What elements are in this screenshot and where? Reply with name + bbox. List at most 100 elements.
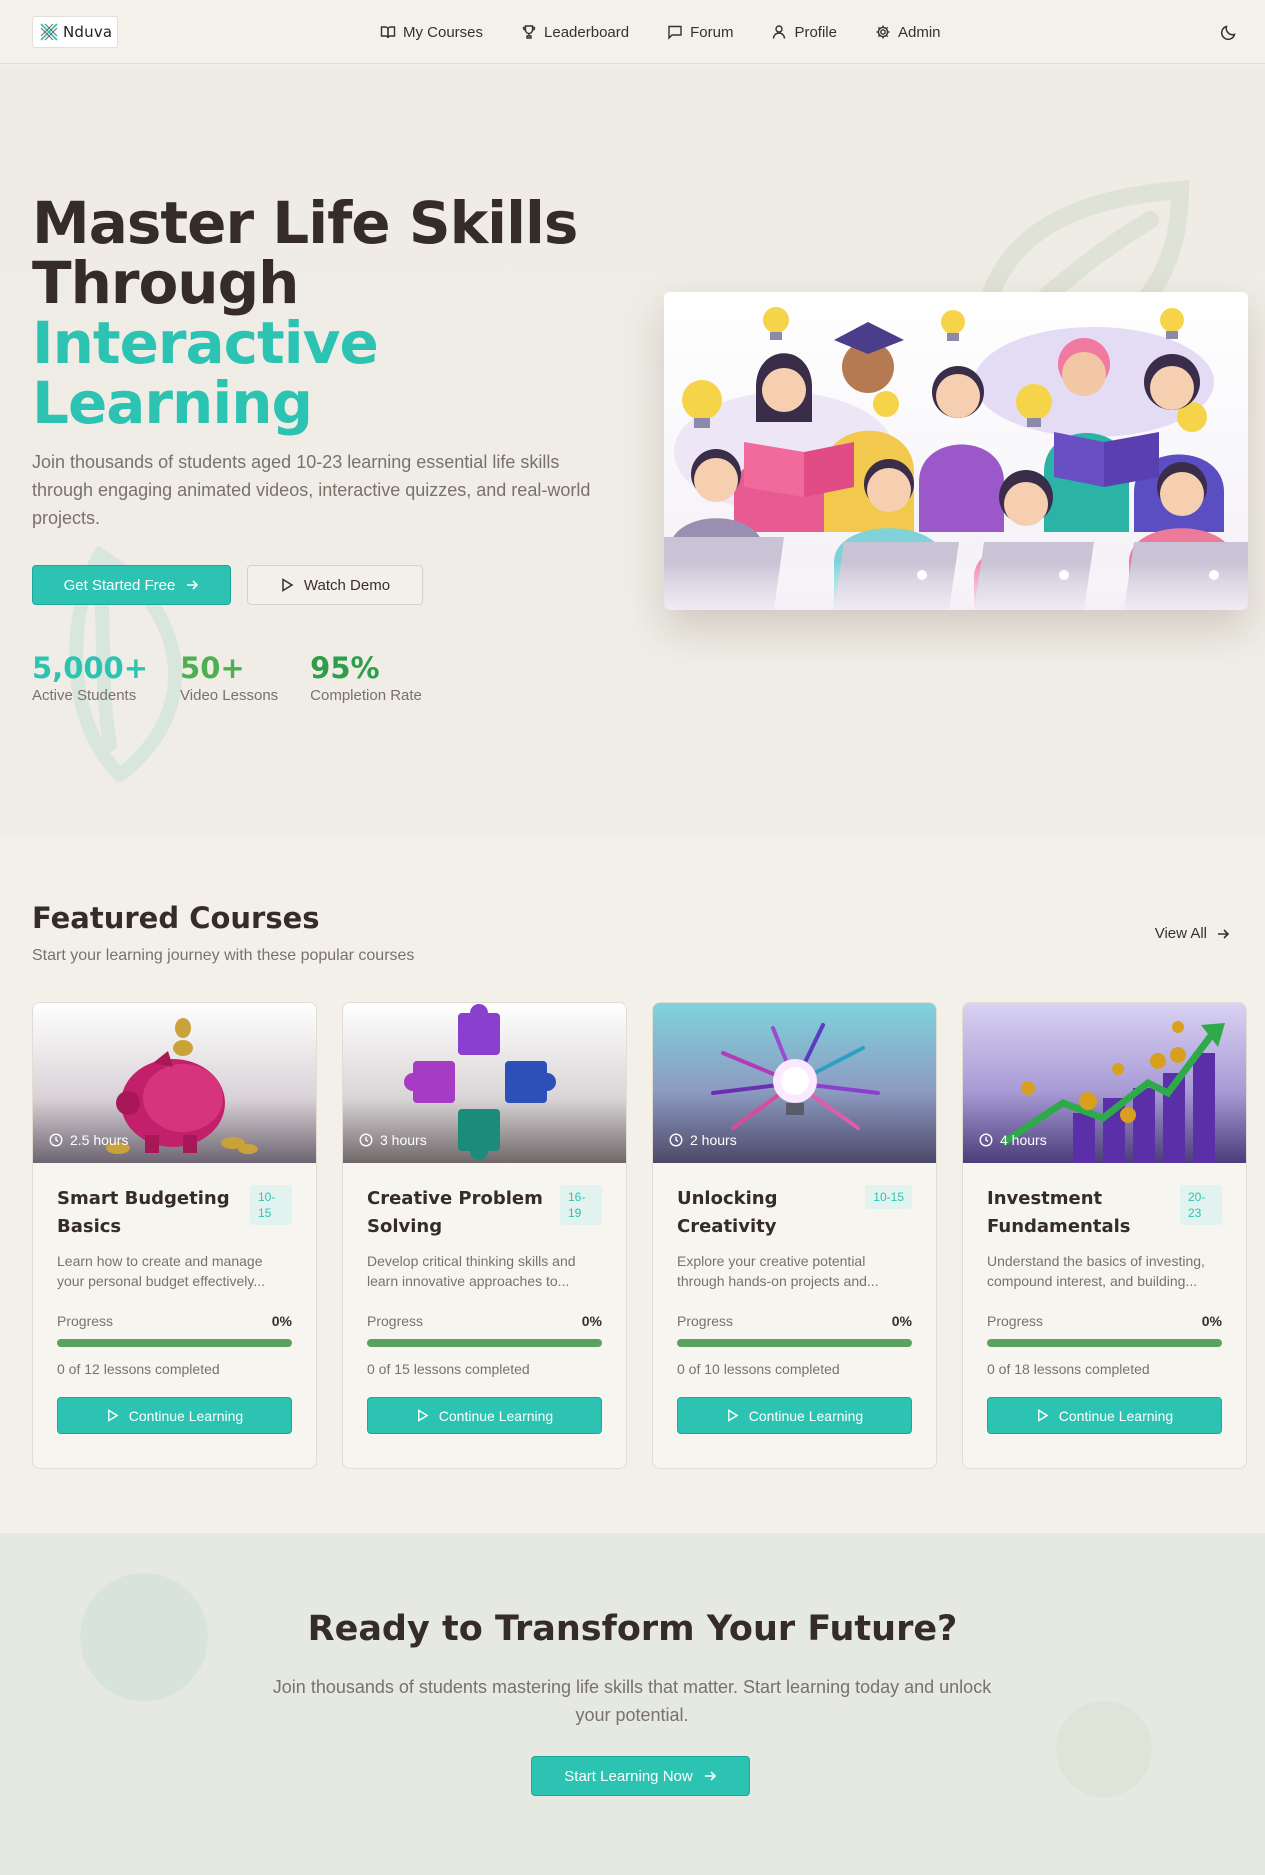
clock-icon — [49, 1133, 63, 1147]
continue-learning-label: Continue Learning — [1058, 1407, 1174, 1424]
nav-forum-label: Forum — [690, 23, 734, 41]
nav-leaderboard-label: Leaderboard — [544, 23, 630, 41]
course-card[interactable]: 3 hours Creative Problem Solving 16-19 D… — [342, 1002, 627, 1469]
hero-title-line1: Master Life Skills — [32, 189, 578, 257]
course-duration: 3 hours — [359, 1132, 427, 1148]
course-thumbnail: 2.5 hours — [33, 1003, 316, 1163]
progress-bar — [57, 1339, 292, 1347]
course-thumbnail: 3 hours — [343, 1003, 626, 1163]
course-body: Unlocking Creativity 10-15 Explore your … — [653, 1163, 936, 1456]
logo-mark-icon — [40, 23, 58, 41]
arrow-right-icon — [704, 1771, 716, 1781]
nav-forum[interactable]: Forum — [667, 24, 733, 41]
play-icon — [282, 578, 294, 592]
stat-students: 5,000+ Active Students — [32, 652, 148, 704]
continue-learning-button[interactable]: Continue Learning — [987, 1397, 1222, 1434]
continue-learning-button[interactable]: Continue Learning — [57, 1397, 292, 1434]
course-body: Investment Fundamentals 20-23 Understand… — [963, 1163, 1246, 1456]
hero-stats: 5,000+ Active Students 50+ Video Lessons… — [32, 652, 422, 704]
age-badge: 20-23 — [1180, 1185, 1222, 1225]
featured-title: Featured Courses — [32, 901, 320, 935]
nav-admin-label: Admin — [897, 23, 941, 41]
progress-label: Progress — [677, 1313, 734, 1329]
progress-row: Progress 0% — [987, 1313, 1222, 1329]
nav-links: My Courses Leaderboard Forum Profile Adm… — [380, 0, 941, 64]
hero-subtitle: Join thousands of students aged 10-23 le… — [32, 452, 591, 528]
course-duration-label: 3 hours — [380, 1132, 427, 1148]
arrow-right-icon — [1218, 928, 1230, 939]
cta-subtitle: Join thousands of students mastering lif… — [272, 1677, 992, 1725]
progress-bar — [367, 1339, 602, 1347]
gear-icon — [876, 25, 890, 39]
nav-my-courses[interactable]: My Courses — [380, 24, 483, 41]
course-title: Investment Fundamentals — [987, 1188, 1131, 1237]
progress-percent: 0% — [581, 1313, 602, 1329]
clock-icon — [669, 1133, 683, 1147]
stat-value: 50+ — [180, 651, 245, 685]
logo[interactable]: Nduva — [32, 16, 118, 48]
book-icon — [380, 26, 396, 39]
nav-admin[interactable]: Admin — [875, 24, 941, 41]
hero-section: Master Life Skills Through Interactive L… — [0, 65, 1265, 837]
course-duration: 4 hours — [979, 1132, 1047, 1148]
logo-text: Nduva — [63, 23, 113, 41]
hero-title-accent2: Learning — [32, 369, 313, 437]
course-duration-label: 2 hours — [690, 1132, 737, 1148]
start-learning-button[interactable]: Start Learning Now — [531, 1756, 750, 1796]
watch-demo-button[interactable]: Watch Demo — [247, 565, 423, 605]
progress-percent: 0% — [271, 1313, 292, 1329]
stat-label: Active Students — [32, 687, 137, 704]
progress-percent: 0% — [1201, 1313, 1222, 1329]
start-learning-label: Start Learning Now — [564, 1767, 693, 1785]
stat-label: Completion Rate — [310, 687, 422, 704]
decorative-circle — [1056, 1701, 1152, 1797]
course-card[interactable]: 2 hours Unlocking Creativity 10-15 Explo… — [652, 1002, 937, 1469]
progress-row: Progress 0% — [57, 1313, 292, 1329]
course-description: Explore your creative potential through … — [677, 1253, 879, 1289]
continue-learning-button[interactable]: Continue Learning — [367, 1397, 602, 1434]
course-title: Unlocking Creativity — [677, 1188, 778, 1237]
course-body: Smart Budgeting Basics 10-15 Learn how t… — [33, 1163, 316, 1456]
course-card[interactable]: 2.5 hours Smart Budgeting Basics 10-15 L… — [32, 1002, 317, 1469]
nav-leaderboard[interactable]: Leaderboard — [521, 24, 629, 41]
cta-title: Ready to Transform Your Future? — [307, 1609, 958, 1649]
play-icon — [727, 1409, 739, 1422]
play-icon — [107, 1409, 119, 1422]
progress-bar — [677, 1339, 912, 1347]
course-duration-label: 4 hours — [1000, 1132, 1047, 1148]
age-badge: 16-19 — [560, 1185, 602, 1225]
hero-illustration — [664, 292, 1248, 610]
arrow-right-icon — [187, 580, 199, 590]
course-body: Creative Problem Solving 16-19 Develop c… — [343, 1163, 626, 1456]
students-illustration — [664, 307, 1248, 610]
course-thumbnail: 2 hours — [653, 1003, 936, 1163]
progress-label: Progress — [367, 1313, 424, 1329]
moon-icon[interactable] — [1219, 22, 1239, 42]
stat-lessons: 50+ Video Lessons — [180, 652, 278, 704]
view-all-label: View All — [1154, 925, 1207, 942]
lessons-completed: 0 of 18 lessons completed — [987, 1361, 1150, 1377]
progress-row: Progress 0% — [367, 1313, 602, 1329]
continue-learning-button[interactable]: Continue Learning — [677, 1397, 912, 1434]
stat-completion: 95% Completion Rate — [310, 652, 422, 704]
progress-percent: 0% — [891, 1313, 912, 1329]
course-description: Understand the basics of investing, comp… — [987, 1253, 1205, 1289]
top-navbar: Nduva My Courses Leaderboard Forum Profi… — [0, 0, 1265, 64]
nav-profile-label: Profile — [794, 23, 837, 41]
featured-courses-section: Featured Courses Start your learning jou… — [0, 837, 1265, 1533]
continue-learning-label: Continue Learning — [438, 1407, 554, 1424]
trophy-icon — [522, 25, 536, 39]
get-started-button[interactable]: Get Started Free — [32, 565, 231, 605]
hero-title: Master Life Skills Through Interactive L… — [32, 193, 632, 433]
progress-row: Progress 0% — [677, 1313, 912, 1329]
get-started-label: Get Started Free — [63, 576, 176, 594]
featured-subtitle: Start your learning journey with these p… — [32, 947, 415, 964]
course-card[interactable]: 4 hours Investment Fundamentals 20-23 Un… — [962, 1002, 1247, 1469]
course-description: Develop critical thinking skills and lea… — [367, 1253, 576, 1289]
continue-learning-label: Continue Learning — [128, 1407, 244, 1424]
continue-learning-label: Continue Learning — [748, 1407, 864, 1424]
age-badge: 10-15 — [250, 1185, 292, 1225]
progress-label: Progress — [987, 1313, 1044, 1329]
view-all-link[interactable]: View All — [1155, 925, 1230, 942]
nav-profile[interactable]: Profile — [771, 24, 837, 41]
